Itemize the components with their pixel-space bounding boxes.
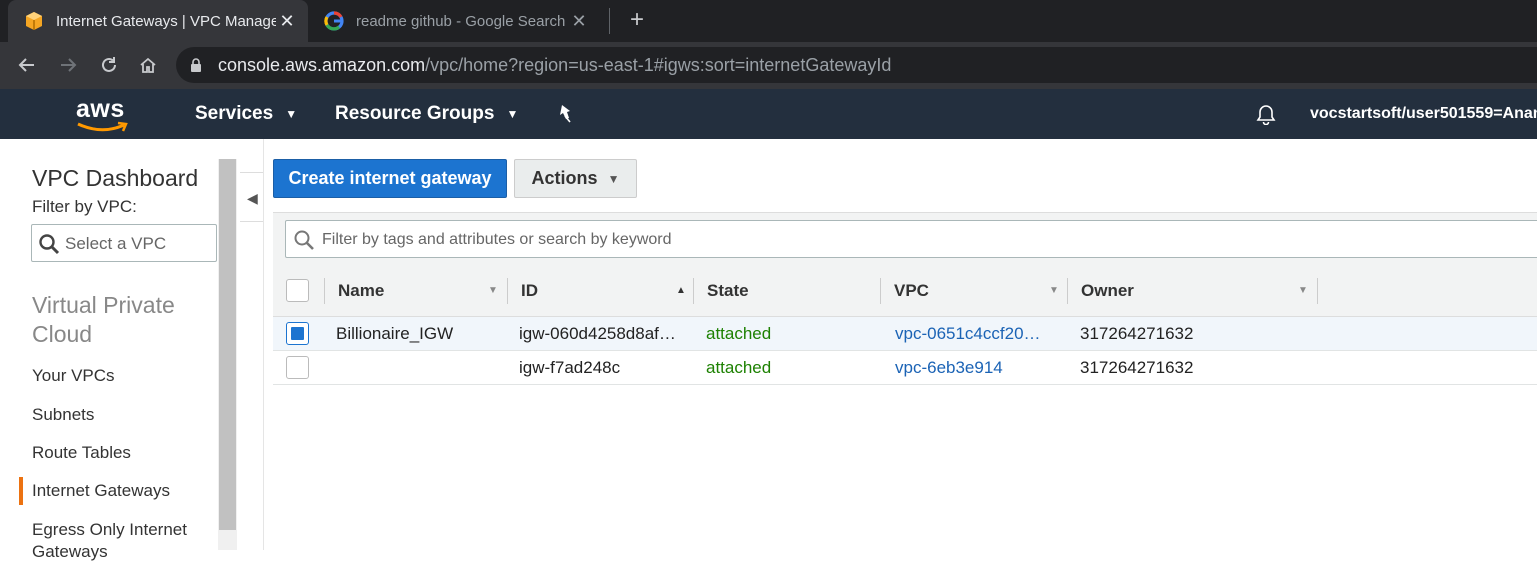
sort-caret-icon: ▼ <box>1298 285 1308 296</box>
url-path: /vpc/home?region=us-east-1#igws:sort=int… <box>425 55 892 75</box>
column-header-state[interactable]: State <box>707 264 867 317</box>
cell-state: attached <box>706 324 772 343</box>
cell-id: igw-060d4258d8af… <box>519 324 676 343</box>
vpc-select-input[interactable]: Select a VPC <box>31 224 217 262</box>
forward-icon[interactable] <box>55 52 81 78</box>
lock-icon <box>191 58 201 72</box>
actions-label: Actions <box>531 168 598 188</box>
column-header-name[interactable]: Name ▼ <box>338 264 502 317</box>
cell-vpc-link[interactable]: vpc-0651c4ccf20… <box>895 324 1060 344</box>
column-header-vpc[interactable]: VPC ▼ <box>894 264 1064 317</box>
chevron-down-icon: ▼ <box>285 107 298 121</box>
divider <box>263 139 264 550</box>
home-icon[interactable] <box>135 52 161 78</box>
reload-icon[interactable] <box>96 52 122 78</box>
cell-id: igw-f7ad248c <box>519 358 621 377</box>
url-host: console.aws.amazon.com <box>218 55 426 75</box>
chevron-down-icon: ▼ <box>607 171 620 186</box>
browser-toolbar: console.aws.amazon.com/vpc/home?region=u… <box>0 42 1537 89</box>
row-checkbox[interactable] <box>286 322 309 345</box>
aws-logo-text: aws <box>76 95 125 123</box>
browser-tab-google[interactable]: readme github - Google Search ✕ <box>310 0 600 42</box>
table-row[interactable]: igw-f7ad248c attached vpc-6eb3e914 31726… <box>273 351 1537 385</box>
chevron-down-icon: ▼ <box>506 107 519 121</box>
search-icon <box>294 230 314 250</box>
cell-owner: 317264271632 <box>1080 324 1194 343</box>
cell-state: attached <box>706 358 772 377</box>
sort-ascending-icon: ▲ <box>676 285 686 296</box>
cell-name: Billionaire_IGW <box>336 324 454 343</box>
vpc-select-placeholder: Select a VPC <box>65 234 167 253</box>
scrollbar-thumb[interactable] <box>219 159 236 530</box>
url-text: console.aws.amazon.com/vpc/home?region=u… <box>218 55 891 76</box>
active-item-indicator <box>19 477 23 505</box>
search-input[interactable]: Filter by tags and attributes or search … <box>285 220 1537 258</box>
resource-groups-label: Resource Groups <box>335 103 495 124</box>
address-bar[interactable]: console.aws.amazon.com/vpc/home?region=u… <box>176 47 1537 83</box>
resource-groups-menu[interactable]: Resource Groups ▼ <box>335 103 518 125</box>
column-label: Owner <box>1081 280 1134 300</box>
column-label: Name <box>338 280 385 300</box>
sidebar-item-internet-gateways[interactable]: Internet Gateways <box>32 481 170 501</box>
services-menu[interactable]: Services ▼ <box>195 103 297 125</box>
new-tab-icon[interactable]: + <box>625 8 649 32</box>
column-label: VPC <box>894 280 929 300</box>
column-divider <box>324 278 325 304</box>
sidebar-scrollbar[interactable] <box>218 159 237 550</box>
search-icon <box>39 234 60 255</box>
sidebar: VPC Dashboard Filter by VPC: Select a VP… <box>0 139 240 561</box>
pin-icon[interactable] <box>556 103 574 123</box>
services-label: Services <box>195 103 274 124</box>
browser-tab-strip: Internet Gateways | VPC Management Conso… <box>0 0 1537 42</box>
sort-caret-icon: ▼ <box>488 285 498 296</box>
search-placeholder: Filter by tags and attributes or search … <box>322 231 672 248</box>
actions-button[interactable]: Actions ▼ <box>514 159 637 198</box>
create-internet-gateway-button[interactable]: Create internet gateway <box>273 159 507 198</box>
tab-separator <box>609 8 610 34</box>
column-divider <box>507 278 508 304</box>
aws-cube-icon <box>26 12 42 30</box>
close-tab-icon[interactable]: ✕ <box>570 12 588 30</box>
row-checkbox[interactable] <box>286 356 309 379</box>
aws-logo[interactable]: aws <box>74 95 130 135</box>
filter-bar: Filter by tags and attributes or search … <box>273 212 1537 264</box>
sidebar-title[interactable]: VPC Dashboard <box>32 165 198 192</box>
column-divider <box>1317 278 1318 304</box>
collapse-sidebar-button[interactable]: ◀ <box>240 172 264 222</box>
tab-title: readme github - Google Search <box>356 12 566 30</box>
table-row[interactable]: Billionaire_IGW igw-060d4258d8af… attach… <box>273 317 1537 351</box>
column-divider <box>1067 278 1068 304</box>
column-header-id[interactable]: ID ▲ <box>521 264 691 317</box>
tab-title: Internet Gateways | VPC Management Conso… <box>56 12 276 30</box>
chevron-left-icon: ◀ <box>247 190 258 206</box>
sort-caret-icon: ▼ <box>1049 285 1059 296</box>
sidebar-section-title: Virtual Private Cloud <box>32 292 175 347</box>
column-label: State <box>707 280 749 300</box>
close-tab-icon[interactable]: ✕ <box>278 12 296 30</box>
filter-by-vpc-label: Filter by VPC: <box>32 197 137 216</box>
back-icon[interactable] <box>14 52 40 78</box>
cell-owner: 317264271632 <box>1080 358 1194 377</box>
sidebar-item-your-vpcs[interactable]: Your VPCs <box>32 366 115 386</box>
sidebar-item-route-tables[interactable]: Route Tables <box>32 443 131 463</box>
bell-icon[interactable] <box>1255 103 1277 125</box>
table-header: Name ▼ ID ▲ State VPC ▼ Owner ▼ <box>273 264 1537 317</box>
browser-tab-vpc[interactable]: Internet Gateways | VPC Management Conso… <box>8 0 308 42</box>
cell-vpc-link[interactable]: vpc-6eb3e914 <box>895 358 1060 378</box>
column-header-owner[interactable]: Owner ▼ <box>1081 264 1311 317</box>
sidebar-item-subnets[interactable]: Subnets <box>32 405 94 425</box>
account-menu[interactable]: vocstartsoft/user501559=Anand <box>1310 105 1537 123</box>
column-divider <box>880 278 881 304</box>
google-g-icon <box>324 11 344 31</box>
aws-console-header: aws Services ▼ Resource Groups ▼ vocstar… <box>0 89 1537 139</box>
column-label: ID <box>521 280 538 300</box>
select-all-checkbox[interactable] <box>286 279 309 302</box>
sidebar-item-egress-only-gateways[interactable]: Egress Only Internet Gateways <box>32 519 212 563</box>
aws-smile-icon <box>77 121 128 132</box>
column-divider <box>693 278 694 304</box>
